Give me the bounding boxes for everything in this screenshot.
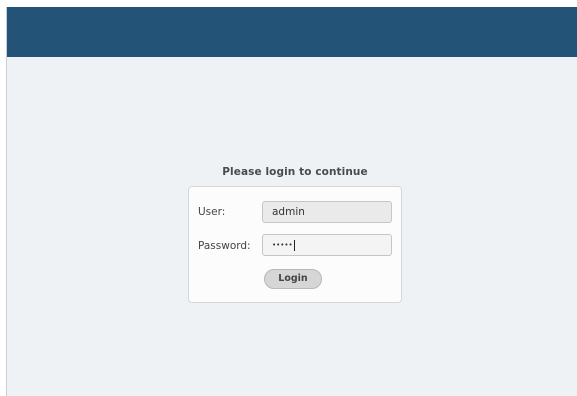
user-input-value: admin xyxy=(272,206,305,218)
user-label: User: xyxy=(198,206,226,218)
password-input-value: ••••• xyxy=(272,241,293,249)
header-bar xyxy=(7,7,577,57)
user-input[interactable]: admin xyxy=(262,201,392,223)
app-window: Please login to continue User: admin Pas… xyxy=(6,7,577,396)
password-label: Password: xyxy=(198,240,251,252)
text-caret xyxy=(293,239,295,251)
login-form: User: admin Password: ••••• Login xyxy=(188,186,402,303)
password-input[interactable]: ••••• xyxy=(262,234,392,256)
login-button[interactable]: Login xyxy=(264,269,322,289)
login-title: Please login to continue xyxy=(222,166,368,178)
